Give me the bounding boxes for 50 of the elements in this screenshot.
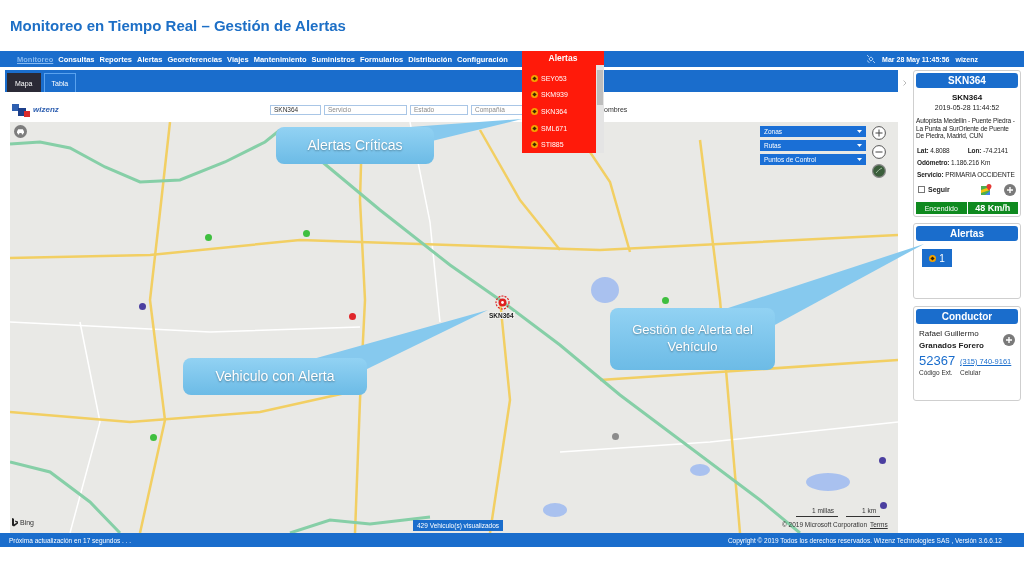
logo-text: wizenz: [33, 105, 59, 114]
card-title: Alertas: [916, 226, 1018, 241]
satellite-icon[interactable]: [866, 54, 877, 64]
zoom-out-icon[interactable]: [872, 145, 886, 159]
vehicle-marker-icon[interactable]: [205, 234, 212, 241]
vehicle-marker-icon[interactable]: [303, 230, 310, 237]
page-title: Monitoreo en Tiempo Real – Gestión de Alertas: [10, 17, 346, 34]
follow-checkbox[interactable]: [918, 186, 925, 193]
extension-number: 52367: [919, 353, 957, 368]
car-icon[interactable]: [14, 125, 27, 138]
caret-icon: [857, 144, 862, 147]
dropdown-title: Alertas: [547, 52, 579, 65]
callout-text: Gestión de Alerta del Vehículo: [631, 321, 754, 356]
vehicle-marker-icon[interactable]: [349, 313, 356, 320]
map-icon[interactable]: [981, 184, 992, 195]
callout-text: Vehiculo con Alerta: [214, 367, 336, 387]
map-view-icon[interactable]: [872, 164, 886, 178]
vehicle-marker-icon[interactable]: [612, 433, 619, 440]
lake: [543, 503, 567, 517]
warning-icon: [531, 91, 538, 99]
driver-last-names: Granados Forero: [919, 341, 984, 351]
lake: [806, 473, 850, 491]
vehicle-marker-icon[interactable]: [879, 457, 886, 464]
vehicle-marker-icon[interactable]: [150, 434, 157, 441]
warning-icon: [531, 74, 538, 82]
logo-icon: [12, 101, 32, 118]
lake: [690, 464, 710, 476]
warning-icon: [531, 108, 538, 115]
driver-first-names: Rafael Guillermo: [919, 329, 980, 339]
speed-value: 48 Km/h: [967, 202, 1018, 214]
card-title: Conductor: [916, 309, 1018, 324]
alert-count-button[interactable]: 1: [922, 249, 952, 267]
card-title: SKN364: [916, 73, 1018, 88]
callout-text: Alertas Críticas: [306, 136, 404, 156]
caret-icon: [857, 158, 862, 161]
warning-icon: [531, 124, 538, 132]
caret-icon: [857, 130, 862, 133]
vehicle-marker-icon[interactable]: [880, 502, 887, 509]
logo-icon: [12, 518, 18, 527]
plus-icon[interactable]: [1004, 183, 1016, 196]
target-marker-icon[interactable]: [495, 295, 510, 310]
vehicle-marker-icon[interactable]: [139, 303, 146, 310]
scrollbar[interactable]: [596, 65, 604, 153]
vehicle-marker-icon[interactable]: [662, 297, 669, 304]
zoom-in-icon[interactable]: [872, 126, 886, 140]
plate-text: SKN364: [950, 93, 984, 103]
lake: [591, 277, 619, 303]
warning-icon: [531, 141, 538, 149]
warning-icon: [929, 254, 937, 262]
plus-icon[interactable]: [1003, 334, 1015, 346]
